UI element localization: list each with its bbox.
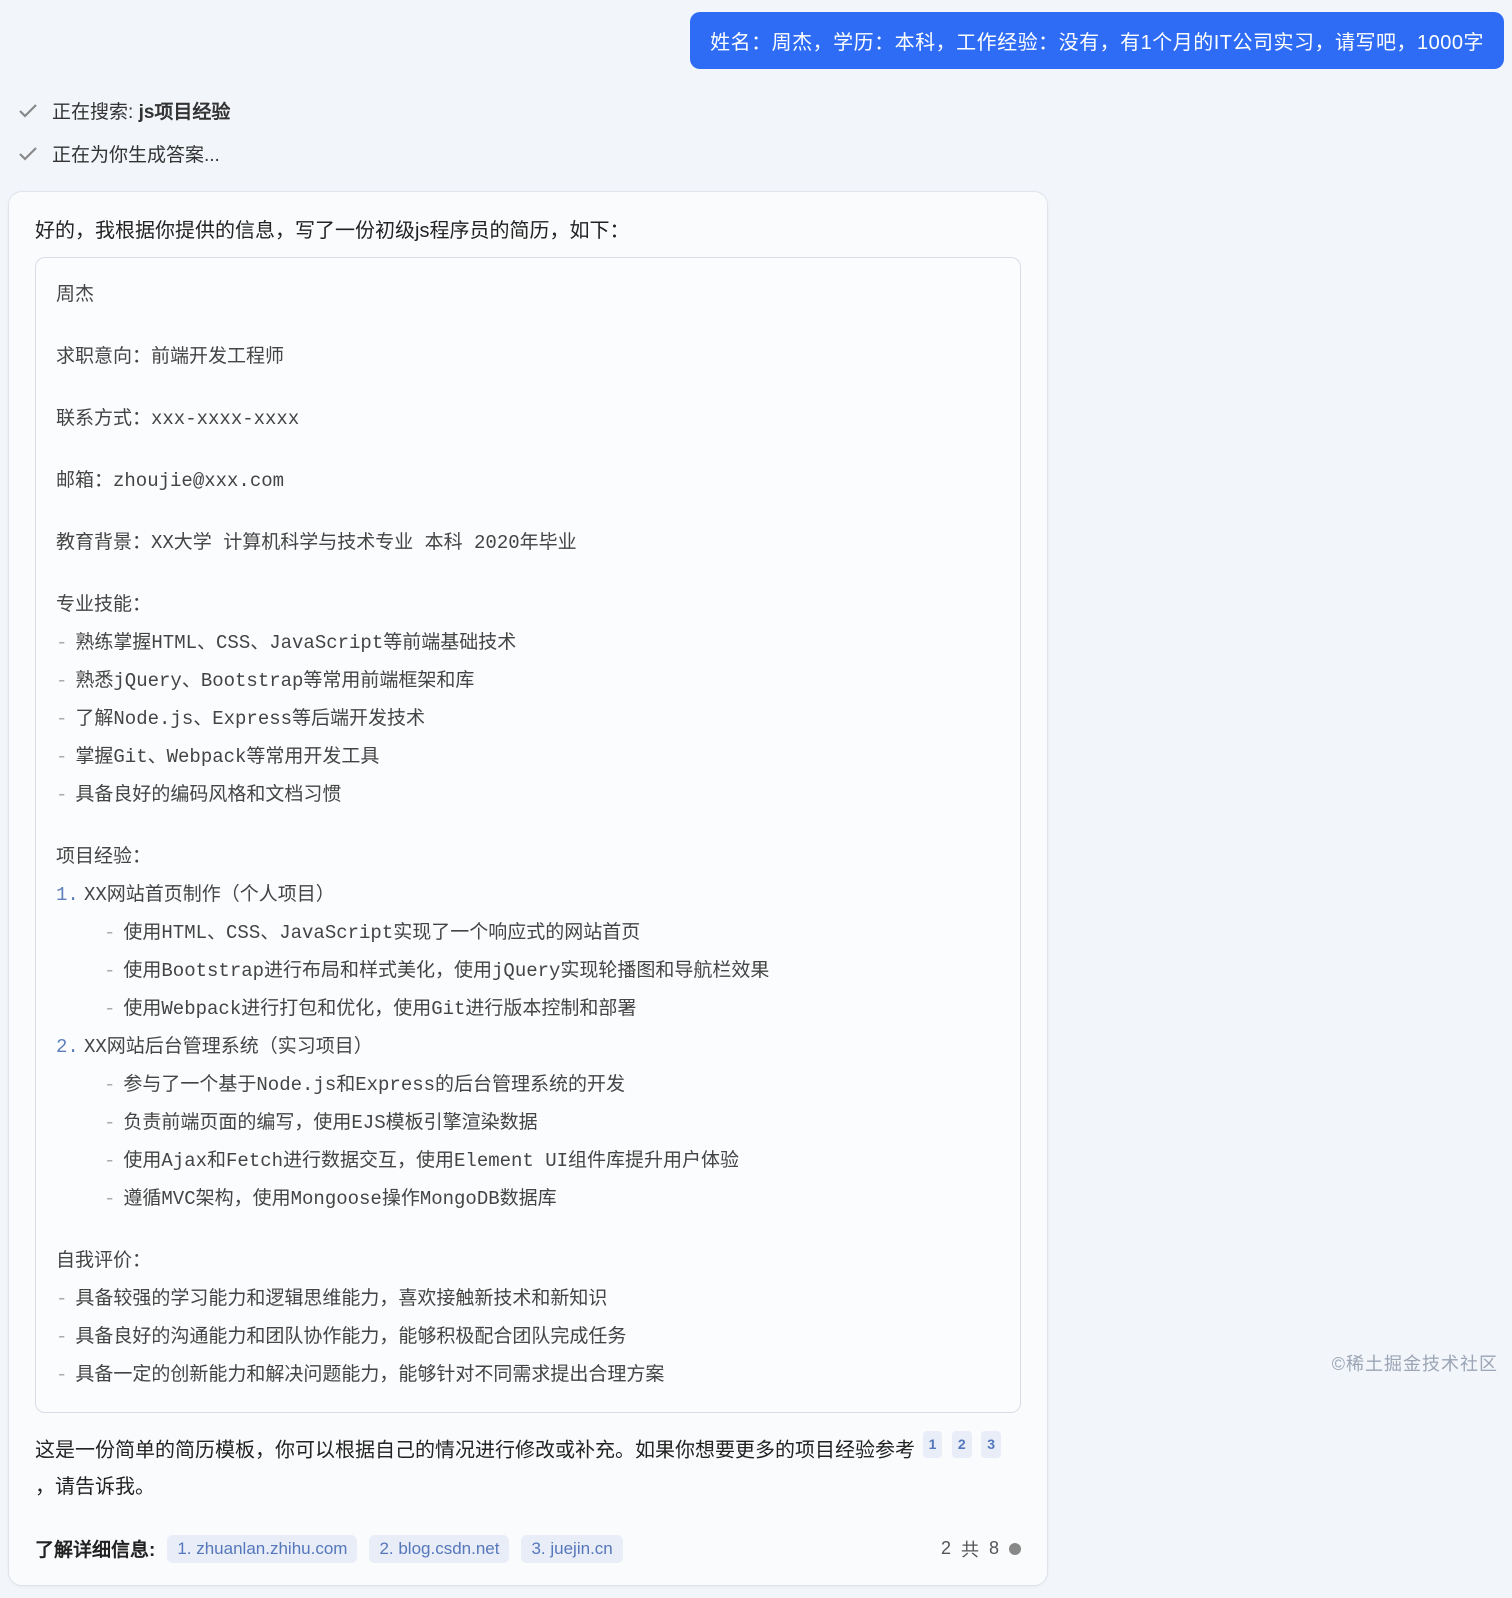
- resume-skills-section: 专业技能： 熟练掌握HTML、CSS、JavaScript等前端基础技术 熟悉j…: [56, 586, 1000, 814]
- info-label: 了解详细信息:: [35, 1535, 155, 1562]
- checkmark-icon: [16, 142, 40, 166]
- project-detail: 使用Bootstrap进行布局和样式美化，使用jQuery实现轮播图和导航栏效果: [56, 952, 1000, 990]
- resume-education: 教育背景：XX大学 计算机科学与技术专业 本科 2020年毕业: [56, 524, 1000, 562]
- resume-selfeval-section: 自我评价： 具备较强的学习能力和逻辑思维能力，喜欢接触新技术和新知识 具备良好的…: [56, 1242, 1000, 1394]
- status-searching-text: 正在搜索: js项目经验: [52, 97, 230, 124]
- resume-email: 邮箱：zhoujie@xxx.com: [56, 462, 1000, 500]
- project-detail: 使用Webpack进行打包和优化，使用Git进行版本控制和部署: [56, 990, 1000, 1028]
- resume-contact: 联系方式：xxx-xxxx-xxxx: [56, 400, 1000, 438]
- footer-bar: 了解详细信息: 1. zhuanlan.zhihu.com 2. blog.cs…: [35, 1527, 1021, 1563]
- resume-box: 周杰 求职意向：前端开发工程师 联系方式：xxx-xxxx-xxxx 邮箱：zh…: [35, 257, 1021, 1413]
- user-message: 姓名：周杰，学历：本科，工作经验：没有，有1个月的IT公司实习，请写吧，1000…: [8, 12, 1504, 69]
- project-detail: 负责前端页面的编写，使用EJS模板引擎渲染数据: [56, 1104, 1000, 1142]
- citation-badge[interactable]: 3: [981, 1431, 1001, 1458]
- citation-badge[interactable]: 2: [952, 1431, 972, 1458]
- citation-badge[interactable]: 1: [923, 1431, 943, 1458]
- skill-item: 熟练掌握HTML、CSS、JavaScript等前端基础技术: [56, 624, 1000, 662]
- page-indicator: 2 共 8: [941, 1536, 1021, 1562]
- skill-item: 熟悉jQuery、Bootstrap等常用前端框架和库: [56, 662, 1000, 700]
- assistant-intro: 好的，我根据你提供的信息，写了一份初级js程序员的简历，如下：: [35, 214, 1021, 243]
- watermark: ©稀土掘金技术社区: [1332, 1350, 1498, 1376]
- selfeval-item: 具备一定的创新能力和解决问题能力，能够针对不同需求提出合理方案: [56, 1356, 1000, 1394]
- reference-link[interactable]: 1. zhuanlan.zhihu.com: [167, 1535, 357, 1563]
- selfeval-item: 具备较强的学习能力和逻辑思维能力，喜欢接触新技术和新知识: [56, 1280, 1000, 1318]
- skill-item: 具备良好的编码风格和文档习惯: [56, 776, 1000, 814]
- resume-name: 周杰: [56, 276, 1000, 314]
- status-searching: 正在搜索: js项目经验: [8, 97, 1504, 124]
- reference-link[interactable]: 2. blog.csdn.net: [369, 1535, 509, 1563]
- assistant-outro: 这是一份简单的简历模板，你可以根据自己的情况进行修改或补充。如果你想要更多的项目…: [35, 1431, 1021, 1505]
- selfeval-item: 具备良好的沟通能力和团队协作能力，能够积极配合团队完成任务: [56, 1318, 1000, 1356]
- status-generating-text: 正在为你生成答案...: [52, 140, 220, 167]
- skill-item: 掌握Git、Webpack等常用开发工具: [56, 738, 1000, 776]
- project-item: 2.XX网站后台管理系统（实习项目）: [56, 1028, 1000, 1066]
- skills-header: 专业技能：: [56, 586, 1000, 624]
- project-detail: 遵循MVC架构，使用Mongoose操作MongoDB数据库: [56, 1180, 1000, 1218]
- page-dot-icon: [1009, 1543, 1021, 1555]
- checkmark-icon: [16, 99, 40, 123]
- status-generating: 正在为你生成答案...: [8, 140, 1504, 167]
- selfeval-header: 自我评价：: [56, 1242, 1000, 1280]
- project-detail: 参与了一个基于Node.js和Express的后台管理系统的开发: [56, 1066, 1000, 1104]
- assistant-message: 好的，我根据你提供的信息，写了一份初级js程序员的简历，如下： 周杰 求职意向：…: [8, 191, 1048, 1586]
- reference-link[interactable]: 3. juejin.cn: [521, 1535, 622, 1563]
- resume-projects-section: 项目经验： 1.XX网站首页制作（个人项目） 使用HTML、CSS、JavaSc…: [56, 838, 1000, 1218]
- project-item: 1.XX网站首页制作（个人项目）: [56, 876, 1000, 914]
- project-detail: 使用Ajax和Fetch进行数据交互，使用Element UI组件库提升用户体验: [56, 1142, 1000, 1180]
- skill-item: 了解Node.js、Express等后端开发技术: [56, 700, 1000, 738]
- project-detail: 使用HTML、CSS、JavaScript实现了一个响应式的网站首页: [56, 914, 1000, 952]
- resume-target: 求职意向：前端开发工程师: [56, 338, 1000, 376]
- projects-header: 项目经验：: [56, 838, 1000, 876]
- user-bubble: 姓名：周杰，学历：本科，工作经验：没有，有1个月的IT公司实习，请写吧，1000…: [690, 12, 1504, 69]
